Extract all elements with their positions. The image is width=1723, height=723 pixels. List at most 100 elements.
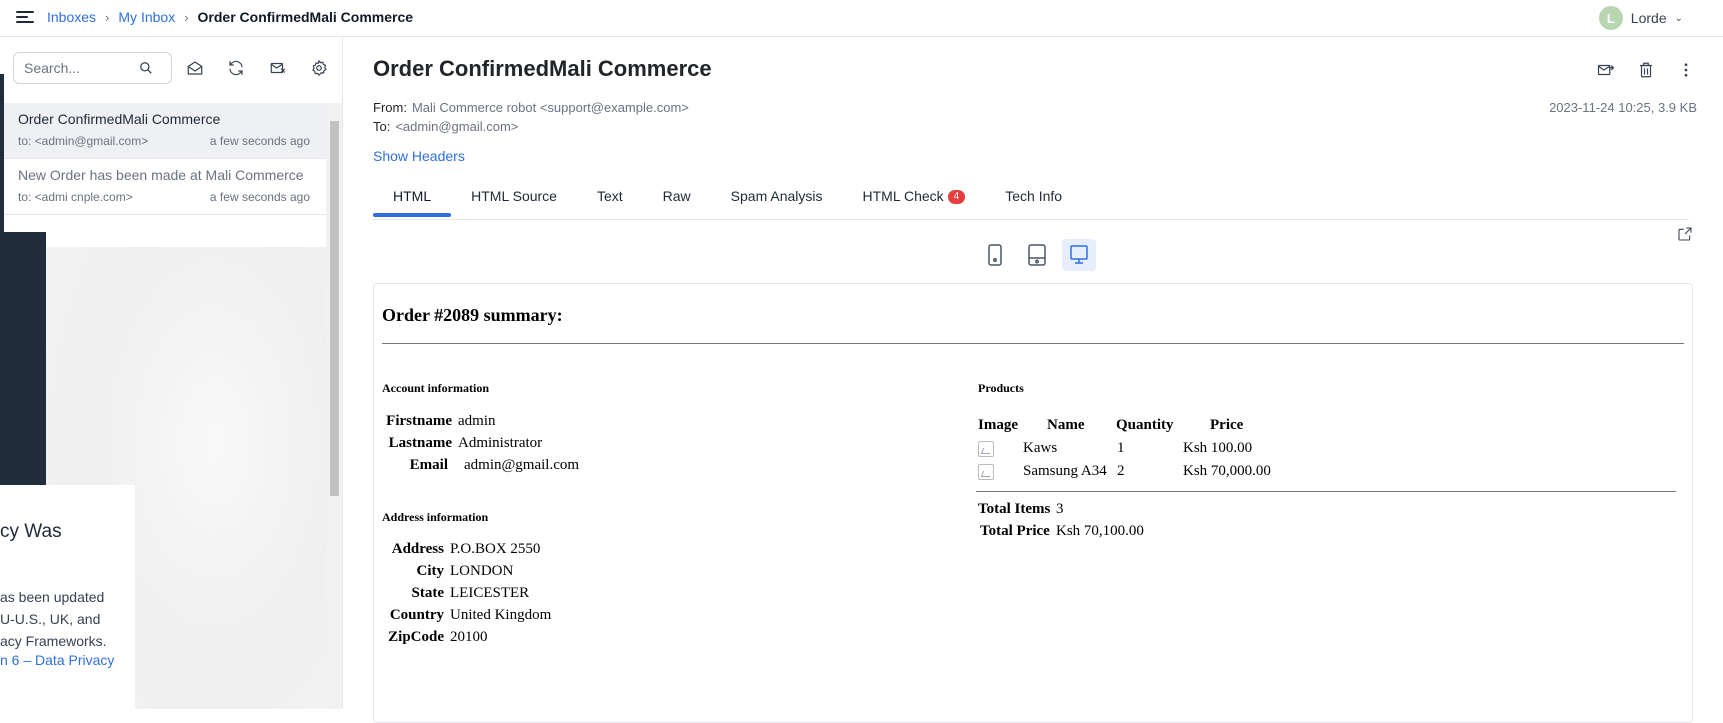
breadcrumb-my-inbox[interactable]: My Inbox (118, 9, 175, 25)
order-title: Order #2089 summary: (382, 305, 563, 325)
breadcrumb-separator: › (184, 9, 189, 25)
field-label: Email (409, 457, 448, 473)
tab-html-check[interactable]: HTML Check 4 (843, 177, 986, 219)
broken-image-icon (978, 440, 994, 457)
background-overlay (0, 232, 46, 522)
search-box (13, 52, 172, 84)
to-row: To: <admin@gmail.com> (373, 119, 518, 134)
html-check-badge: 4 (947, 190, 966, 204)
tab-raw[interactable]: Raw (643, 177, 711, 219)
desktop-view-icon[interactable] (1062, 239, 1096, 271)
broken-image-icon (978, 463, 994, 480)
gear-icon[interactable] (308, 57, 330, 79)
column-header: Price (1210, 417, 1244, 433)
background-text: as been updated U-U.S., UK, and acy Fram… (0, 589, 107, 649)
tab-html[interactable]: HTML (373, 177, 452, 219)
account-heading: Account information (382, 381, 489, 395)
scroll-thumb[interactable] (330, 121, 339, 496)
scrollbar[interactable] (326, 103, 342, 709)
field-value: 3 (1056, 501, 1064, 517)
view-tabs: HTML HTML Source Text Raw Spam Analysis … (373, 177, 1082, 219)
message-view: Order ConfirmedMali Commerce From: Mali C… (344, 37, 1723, 723)
products-heading: Products (978, 381, 1024, 395)
trash-icon[interactable] (1635, 59, 1657, 81)
column-header: Quantity (1116, 417, 1174, 433)
field-label: Country (389, 607, 444, 623)
totals-table: Total Items 3 Total Price Ksh 70,100.00 (976, 501, 1144, 545)
background-heading: cy Was (0, 521, 62, 542)
forward-icon[interactable] (1595, 59, 1617, 81)
menu-icon[interactable] (16, 9, 34, 25)
tabs-divider (373, 219, 1689, 220)
message-time: a few seconds ago (209, 190, 310, 204)
open-external-icon[interactable] (1677, 226, 1697, 246)
column-header: Name (1047, 417, 1085, 433)
field-value: LEICESTER (450, 585, 530, 601)
table-row: Total Items 3 (976, 501, 1144, 523)
search-input[interactable] (14, 60, 139, 76)
message-subject: Order ConfirmedMali Commerce (18, 111, 221, 127)
address-table: Address P.O.BOX 2550 City LONDON State LEIC… (384, 541, 551, 651)
field-value: P.O.BOX 2550 (450, 541, 541, 557)
from-row: From: Mali Commerce robot <support@exampl… (373, 100, 689, 115)
search-icon[interactable] (139, 61, 153, 75)
field-value: admin@gmail.com (464, 457, 580, 473)
top-bar: Inboxes › My Inbox › Order ConfirmedMali… (0, 0, 1723, 37)
field-value: United Kingdom (450, 607, 552, 623)
tab-label: HTML Check (862, 188, 944, 204)
message-time: a few seconds ago (209, 134, 310, 148)
table-header: Image Name Quantity Price (976, 414, 1330, 437)
user-menu[interactable]: L Lorde ⌄ (1598, 6, 1683, 30)
products-table: Image Name Quantity Price Kaws 1 Ksh 100… (976, 414, 1330, 483)
show-headers-link[interactable]: Show Headers (373, 148, 465, 164)
tab-label: Spam Analysis (730, 188, 823, 204)
field-label: City (416, 563, 445, 579)
product-name: Samsung A34 (1023, 463, 1107, 479)
field-label: Lastname (388, 435, 452, 451)
to-label: To: (373, 119, 391, 134)
mobile-view-icon[interactable] (978, 239, 1012, 271)
field-label: State (411, 585, 445, 601)
mark-read-icon[interactable] (184, 57, 206, 79)
field-label: Firstname (386, 413, 452, 429)
column-header: Image (978, 417, 1018, 433)
tab-label: HTML (393, 188, 432, 204)
tab-html-source[interactable]: HTML Source (451, 177, 577, 219)
tab-text[interactable]: Text (577, 177, 643, 219)
breadcrumb: Inboxes › My Inbox › Order ConfirmedMali… (47, 9, 413, 25)
divider (976, 491, 1676, 492)
list-item[interactable]: New Order has been made at Mali Commerce… (0, 159, 326, 215)
table-row: Lastname Administrator (384, 435, 579, 457)
table-row: Kaws 1 Ksh 100.00 (976, 437, 1330, 460)
delete-all-icon[interactable] (267, 57, 289, 79)
tab-label: Text (596, 188, 623, 204)
from-label: From: (373, 100, 407, 115)
more-vertical-icon[interactable] (1675, 59, 1697, 81)
field-value: Ksh 70,100.00 (1056, 523, 1144, 539)
background-link[interactable]: n 6 – Data Privacy (0, 652, 114, 668)
from-value: Mali Commerce robot <support@example.com… (411, 100, 689, 115)
message-actions (1595, 59, 1697, 81)
breadcrumb-current: Order ConfirmedMali Commerce (197, 9, 414, 25)
list-item[interactable]: Order ConfirmedMali Commerce to: <admin@… (0, 103, 326, 159)
refresh-icon[interactable] (225, 57, 247, 79)
tab-tech-info[interactable]: Tech Info (985, 177, 1082, 219)
tab-label: Raw (662, 188, 691, 204)
field-value: Administrator (458, 435, 543, 451)
table-row: City LONDON (384, 563, 551, 585)
tab-spam-analysis[interactable]: Spam Analysis (711, 177, 843, 219)
field-value: 20100 (450, 629, 488, 645)
message-subject: New Order has been made at Mali Commerce (18, 167, 304, 183)
table-row: Samsung A34 2 Ksh 70,000.00 (976, 460, 1330, 483)
product-price: Ksh 100.00 (1183, 440, 1253, 456)
message-recipient: to: <admi cnple.com> (18, 190, 133, 204)
product-quantity: 1 (1117, 440, 1125, 456)
message-recipient: to: <admin@gmail.com> (18, 134, 149, 148)
account-table: Firstname admin Lastname Administrator Ema… (384, 413, 579, 479)
tablet-view-icon[interactable] (1020, 239, 1054, 271)
email-preview: Order #2089 summary: Account information… (373, 283, 1693, 723)
product-name: Kaws (1023, 440, 1058, 456)
address-heading: Address information (382, 510, 489, 524)
product-quantity: 2 (1117, 463, 1125, 479)
breadcrumb-inboxes[interactable]: Inboxes (47, 9, 96, 25)
